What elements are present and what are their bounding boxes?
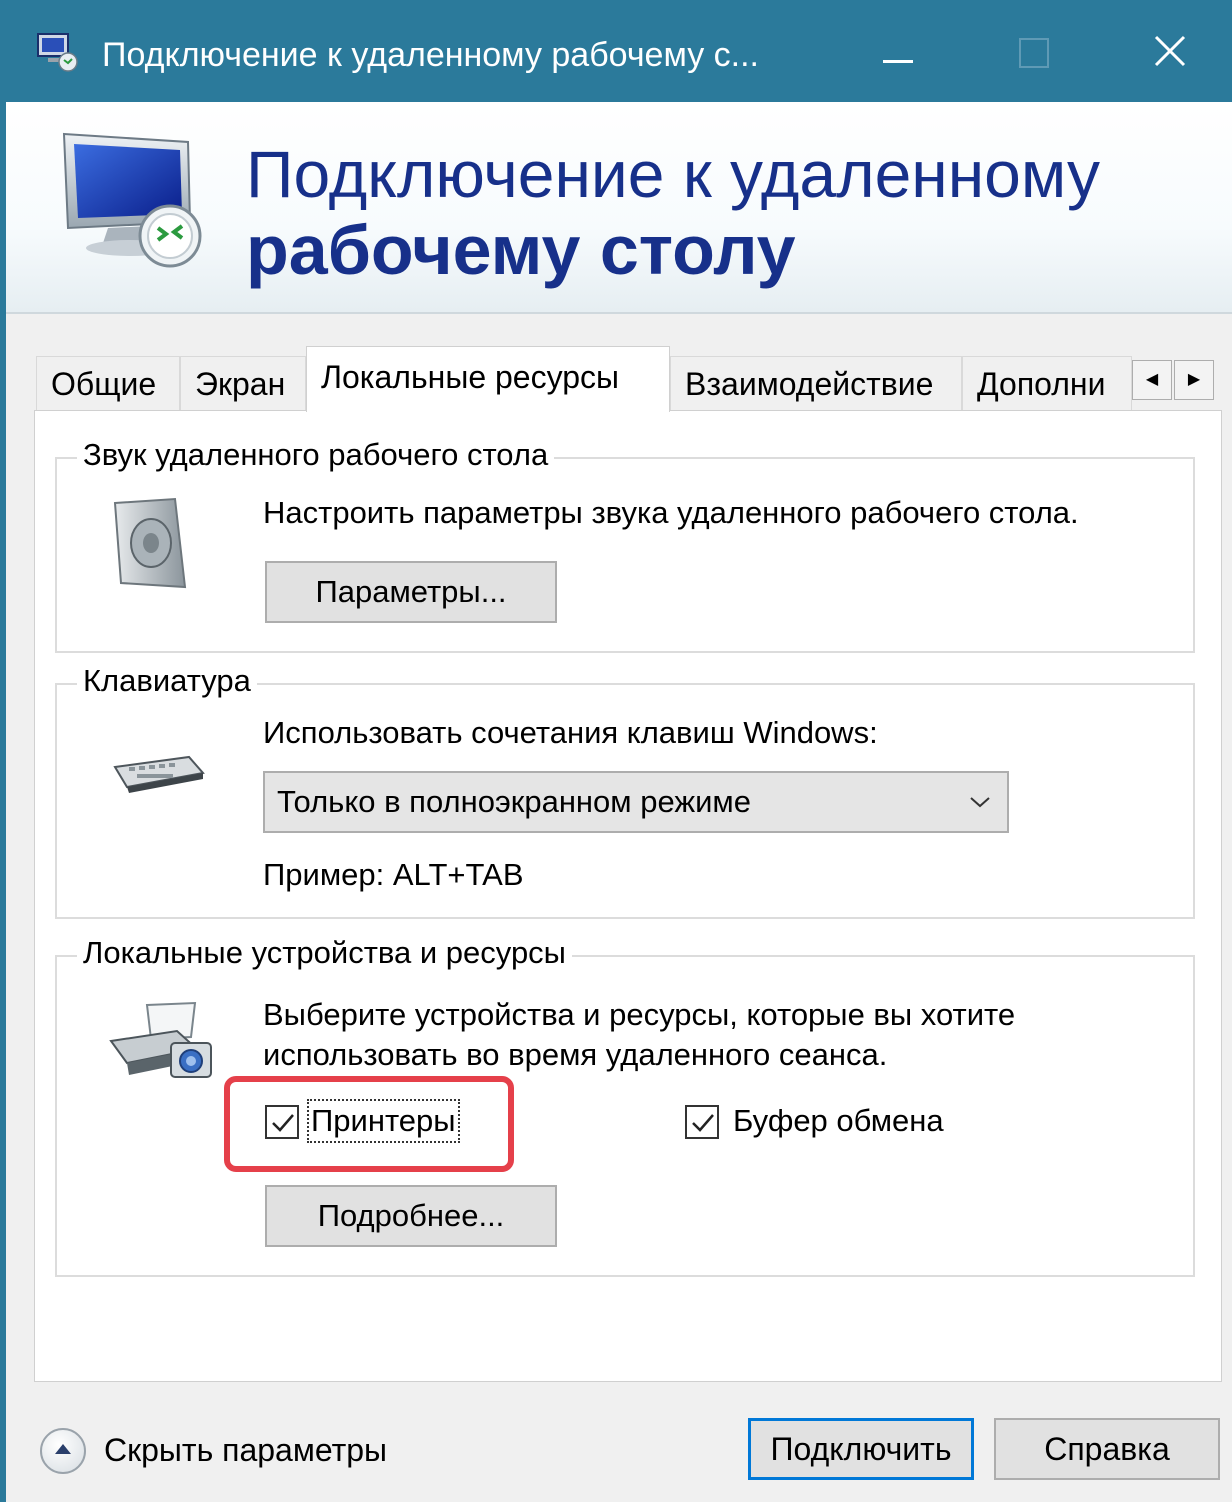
close-button[interactable] xyxy=(1140,26,1200,76)
group-legend-devices: Локальные устройства и ресурсы xyxy=(77,935,572,971)
clipboard-checkbox[interactable] xyxy=(685,1105,719,1139)
window-title: Подключение к удаленному рабочему с... xyxy=(102,36,760,74)
tab-scroll-left-button[interactable]: ◀ xyxy=(1132,360,1172,400)
rdp-app-icon xyxy=(36,32,80,72)
chevron-down-icon xyxy=(969,773,991,853)
arrow-left-icon: ◀ xyxy=(1145,371,1159,388)
connect-button[interactable]: Подключить xyxy=(748,1418,974,1480)
devices-description-line1: Выберите устройства и ресурсы, которые в… xyxy=(263,997,1016,1032)
minimize-button[interactable] xyxy=(868,26,928,76)
tab-advanced[interactable]: Дополни xyxy=(962,356,1132,410)
minimize-icon xyxy=(883,60,913,63)
header-banner: Подключение к удаленному рабочему столу xyxy=(6,102,1232,314)
maximize-button[interactable] xyxy=(1004,26,1064,76)
tab-scroll-right-button[interactable]: ▶ xyxy=(1174,360,1214,400)
dropdown-selected-value: Только в полноэкранном режиме xyxy=(277,784,751,819)
tab-general[interactable]: Общие xyxy=(36,356,180,410)
audio-description: Настроить параметры звука удаленного раб… xyxy=(263,495,1079,530)
rdp-window: Подключение к удаленному рабочему с... П… xyxy=(0,0,1232,1502)
keyboard-icon xyxy=(107,747,207,802)
maximize-icon xyxy=(1019,38,1049,68)
group-keyboard: Клавиатура Использовать сочетания клавиш… xyxy=(55,663,1195,919)
tab-display[interactable]: Экран xyxy=(180,356,306,410)
help-button[interactable]: Справка xyxy=(994,1418,1220,1480)
audio-settings-button[interactable]: Параметры... xyxy=(265,561,557,623)
keyboard-description: Использовать сочетания клавиш Windows: xyxy=(263,715,878,750)
speaker-icon xyxy=(105,497,205,602)
tab-experience[interactable]: Взаимодействие xyxy=(670,356,962,410)
title-bar[interactable]: Подключение к удаленному рабочему с... xyxy=(6,0,1232,102)
group-legend-keyboard: Клавиатура xyxy=(77,663,257,699)
hide-options-icon[interactable] xyxy=(40,1428,86,1474)
group-remote-audio: Звук удаленного рабочего стола Настроить… xyxy=(55,437,1195,653)
hide-options-link[interactable]: Скрыть параметры xyxy=(104,1432,387,1469)
tab-local-resources[interactable]: Локальные ресурсы xyxy=(306,346,670,412)
devices-description-line2: использовать во время удаленного сеанса. xyxy=(263,1037,888,1072)
tab-panel-local-resources: Звук удаленного рабочего стола Настроить… xyxy=(34,410,1222,1382)
keyboard-shortcuts-dropdown[interactable]: Только в полноэкранном режиме xyxy=(263,771,1009,833)
clipboard-label[interactable]: Буфер обмена xyxy=(733,1103,944,1139)
more-devices-button[interactable]: Подробнее... xyxy=(265,1185,557,1247)
printers-highlight-box xyxy=(224,1076,514,1172)
remote-desktop-monitor-icon xyxy=(58,124,218,274)
banner-title-line1: Подключение к удаленному xyxy=(246,137,1101,211)
close-icon xyxy=(1154,35,1186,67)
keyboard-example: Пример: ALT+TAB xyxy=(263,857,524,892)
banner-title-line2: рабочему столу xyxy=(246,211,796,289)
arrow-right-icon: ▶ xyxy=(1187,371,1201,388)
tab-strip: Общие Экран Локальные ресурсы Взаимодейс… xyxy=(36,346,1226,412)
group-legend-audio: Звук удаленного рабочего стола xyxy=(77,437,555,473)
printer-camera-icon xyxy=(107,1001,217,1096)
